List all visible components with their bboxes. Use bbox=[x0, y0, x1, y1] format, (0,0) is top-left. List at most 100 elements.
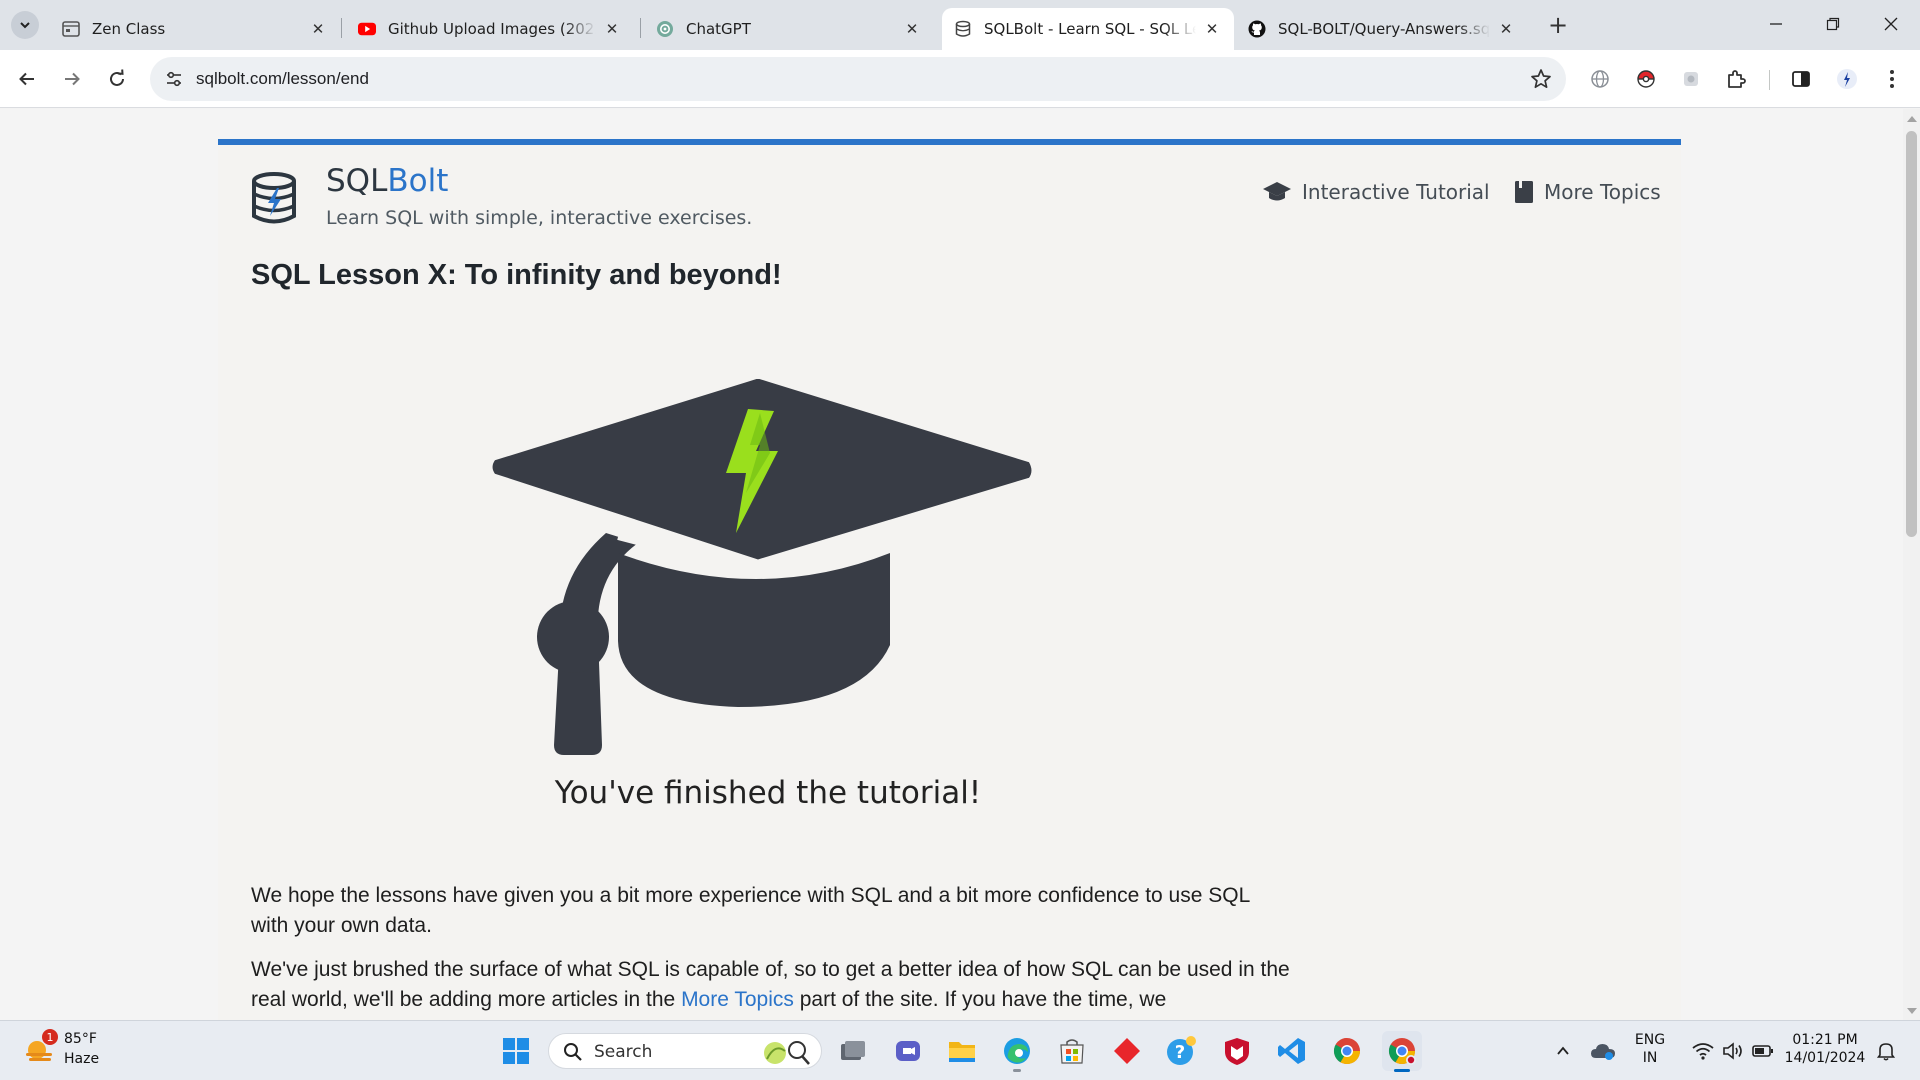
scroll-thumb[interactable] bbox=[1906, 131, 1917, 537]
running-indicator bbox=[1013, 1069, 1021, 1072]
help-icon: ? bbox=[1167, 1036, 1196, 1065]
teams-icon bbox=[896, 1041, 920, 1061]
help-app-button[interactable]: ? bbox=[1162, 1031, 1202, 1071]
clock-date: 14/01/2024 bbox=[1784, 1050, 1866, 1066]
page-scrollbar[interactable] bbox=[1903, 109, 1920, 1020]
notifications-button[interactable] bbox=[1868, 1031, 1904, 1071]
forward-button[interactable] bbox=[56, 63, 88, 95]
shield-icon bbox=[1225, 1038, 1249, 1065]
file-explorer-button[interactable] bbox=[942, 1031, 982, 1071]
nav-interactive-tutorial[interactable]: Interactive Tutorial bbox=[1262, 180, 1490, 204]
close-icon bbox=[1884, 17, 1898, 31]
folder-icon bbox=[949, 1042, 975, 1062]
language-indicator[interactable]: ENG IN bbox=[1626, 1031, 1674, 1067]
diamond-app-icon bbox=[1114, 1038, 1140, 1064]
brand-name[interactable]: SQLBolt bbox=[326, 163, 448, 199]
plus-icon: + bbox=[1547, 11, 1569, 39]
start-button[interactable] bbox=[496, 1031, 536, 1071]
extension-puzzle-gray-icon[interactable] bbox=[1677, 65, 1705, 93]
language-code: ENG bbox=[1634, 1032, 1666, 1048]
search-icon bbox=[564, 1043, 582, 1061]
side-panel-icon[interactable] bbox=[1787, 65, 1815, 93]
graduation-cap-icon bbox=[1263, 182, 1291, 201]
vscode-icon bbox=[1278, 1038, 1305, 1064]
active-indicator bbox=[1394, 1069, 1410, 1072]
close-tab-icon[interactable]: ✕ bbox=[1496, 19, 1516, 39]
extensions-menu-icon[interactable] bbox=[1722, 65, 1750, 93]
tab-github-repo[interactable]: SQL-BOLT/Query-Answers.sql a ✕ bbox=[1236, 8, 1528, 50]
closing-paragraph-2: We've just brushed the surface of what S… bbox=[251, 955, 1291, 1015]
brand-name-prefix: SQL bbox=[326, 163, 388, 199]
scroll-down-arrow-icon[interactable] bbox=[1907, 1008, 1917, 1014]
tab-search-button[interactable] bbox=[11, 11, 39, 39]
more-topics-link[interactable]: More Topics bbox=[681, 988, 794, 1011]
extension-pokeball-icon[interactable] bbox=[1632, 65, 1660, 93]
show-hidden-icons-button[interactable] bbox=[1542, 1031, 1584, 1071]
close-tab-icon[interactable]: ✕ bbox=[602, 19, 622, 39]
scroll-up-arrow-icon[interactable] bbox=[1907, 116, 1917, 122]
close-window-button[interactable] bbox=[1868, 8, 1914, 40]
close-tab-icon[interactable]: ✕ bbox=[308, 19, 328, 39]
git-app-button[interactable] bbox=[1107, 1031, 1147, 1071]
wifi-icon bbox=[1692, 1043, 1714, 1060]
page-container: SQLBolt Learn SQL with simple, interacti… bbox=[218, 139, 1681, 1020]
tab-chatgpt[interactable]: ChatGPT ✕ bbox=[644, 8, 934, 50]
tab-label: SQL-BOLT/Query-Answers.sql a bbox=[1278, 20, 1490, 38]
tab-divider bbox=[341, 18, 342, 38]
taskbar-search-label: Search bbox=[594, 1042, 653, 1062]
tune-icon bbox=[167, 71, 181, 87]
tab-label: Github Upload Images (2022) - bbox=[388, 20, 596, 38]
microsoft-store-button[interactable] bbox=[1052, 1031, 1092, 1071]
profile-avatar[interactable] bbox=[1833, 65, 1861, 93]
weather-badge: 1 bbox=[42, 1029, 58, 1045]
restore-icon bbox=[1826, 17, 1840, 31]
browser-menu-icon[interactable] bbox=[1878, 65, 1906, 93]
language-region: IN bbox=[1642, 1050, 1658, 1066]
closing-paragraph-1: We hope the lessons have given you a bit… bbox=[251, 884, 1250, 937]
new-tab-button[interactable]: + bbox=[1545, 11, 1571, 39]
nav-interactive-tutorial-label: Interactive Tutorial bbox=[1302, 180, 1490, 204]
onedrive-button[interactable] bbox=[1583, 1031, 1623, 1071]
brand-tagline: Learn SQL with simple, interactive exerc… bbox=[326, 207, 753, 229]
reload-button[interactable] bbox=[101, 63, 133, 95]
minimize-button[interactable] bbox=[1753, 8, 1799, 40]
windows-taskbar: 1 85°F Haze Search ? ENG IN 01:21 PM 14/… bbox=[0, 1020, 1920, 1080]
back-button[interactable] bbox=[11, 63, 43, 95]
github-icon bbox=[1248, 20, 1266, 38]
windows-logo-icon bbox=[503, 1038, 529, 1064]
tab-divider bbox=[640, 18, 641, 38]
quick-settings-button[interactable] bbox=[1683, 1031, 1783, 1071]
tab-label: SQLBolt - Learn SQL - SQL Less bbox=[984, 20, 1196, 38]
teams-chat-button[interactable] bbox=[888, 1031, 928, 1071]
edge-icon bbox=[1004, 1038, 1030, 1064]
tab-zen-class[interactable]: Zen Class ✕ bbox=[50, 8, 340, 50]
restore-button[interactable] bbox=[1810, 8, 1856, 40]
edge-button[interactable] bbox=[997, 1031, 1037, 1072]
tab-github-upload[interactable]: Github Upload Images (2022) - ✕ bbox=[346, 8, 634, 50]
reload-icon bbox=[110, 69, 124, 86]
taskbar-search-box[interactable]: Search bbox=[548, 1033, 822, 1069]
vscode-button[interactable] bbox=[1272, 1031, 1312, 1071]
tab-strip: Zen Class ✕ Github Upload Images (2022) … bbox=[0, 0, 1920, 50]
tab-sqlbolt[interactable]: SQLBolt - Learn SQL - SQL Less ✕ bbox=[942, 8, 1234, 50]
weather-temperature: 85°F bbox=[64, 1031, 97, 1047]
graduation-cap-bolt-icon bbox=[489, 375, 1035, 755]
tab-label: Zen Class bbox=[92, 20, 166, 38]
chrome-active-button[interactable] bbox=[1382, 1031, 1422, 1072]
address-bar[interactable]: sqlbolt.com/lesson/end bbox=[150, 57, 1566, 101]
sqlbolt-logo-icon[interactable] bbox=[248, 171, 300, 227]
bookmark-star-icon[interactable] bbox=[1530, 68, 1552, 90]
task-view-button[interactable] bbox=[833, 1031, 873, 1071]
chrome-icon bbox=[1333, 1037, 1361, 1065]
nav-more-topics[interactable]: More Topics bbox=[1514, 180, 1661, 204]
close-tab-icon[interactable]: ✕ bbox=[902, 19, 922, 39]
close-tab-icon[interactable]: ✕ bbox=[1202, 19, 1222, 39]
toolbar-divider bbox=[1769, 70, 1770, 90]
extension-globe-icon[interactable] bbox=[1586, 65, 1614, 93]
mcafee-button[interactable] bbox=[1217, 1031, 1257, 1071]
chrome-profile-icon bbox=[1388, 1038, 1416, 1065]
clock[interactable]: 01:21 PM 14/01/2024 bbox=[1780, 1031, 1870, 1067]
site-info-button[interactable] bbox=[160, 65, 188, 93]
weather-widget[interactable]: 1 85°F Haze bbox=[22, 1029, 142, 1071]
chrome-button[interactable] bbox=[1327, 1031, 1367, 1071]
